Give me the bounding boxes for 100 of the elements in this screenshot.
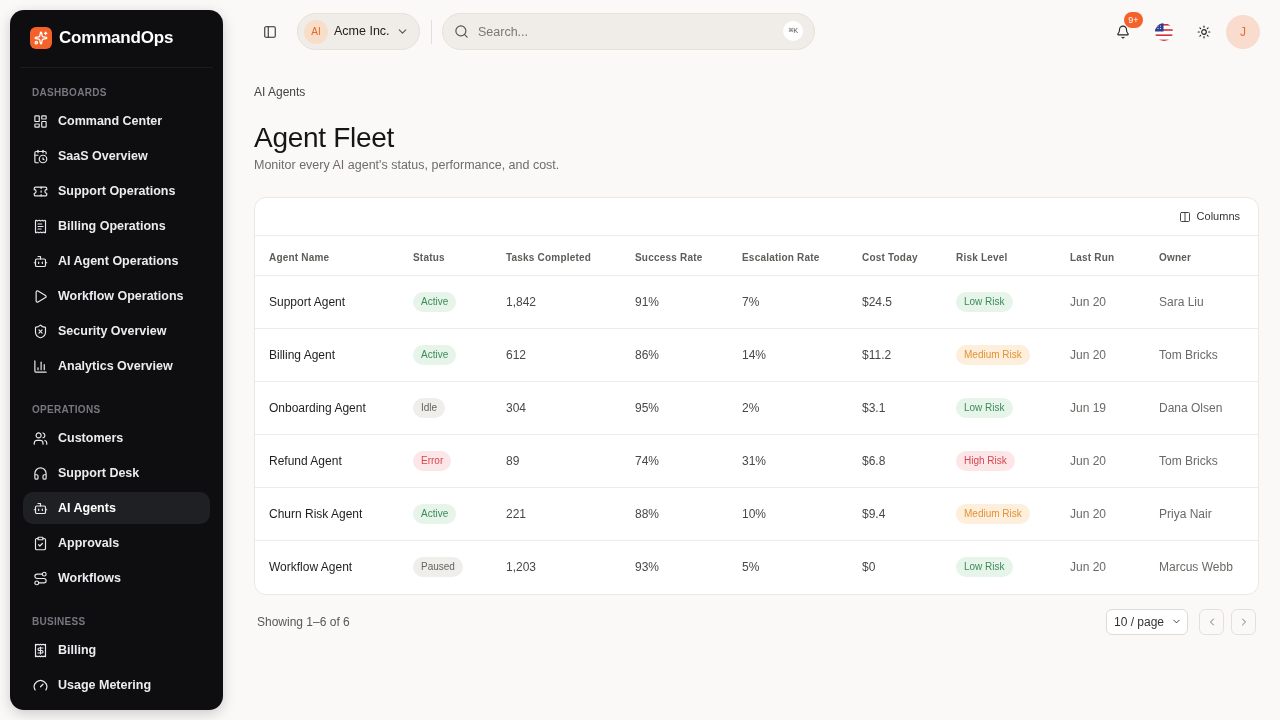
status-badge: Error [413,451,452,471]
sidebar-item[interactable]: Usage Metering [23,669,210,701]
status-badge: Active [413,504,457,524]
status-badge: Active [413,292,457,312]
table-cell: Refund Agent [269,454,342,468]
sidebar-item[interactable]: AI Agent Operations [23,245,210,277]
table-cell: $6.8 [862,454,886,468]
panel-left-icon [263,24,277,39]
page-size-select[interactable]: 10 / page [1106,608,1188,635]
dashboard-grid-icon [33,113,48,129]
sidebar-item[interactable]: SaaS Overview [23,140,210,172]
table-cell: Jun 20 [1070,560,1107,575]
sidebar-item[interactable]: Workflows [23,562,210,594]
table-cell: Support Agent [269,295,346,309]
org-switcher[interactable]: AI Acme Inc. [297,13,420,50]
column-header: Risk Level [956,251,1008,263]
table-cell: $24.5 [862,295,893,309]
table-cell: 91% [635,295,660,309]
receipt-icon [33,642,48,658]
table-cell: Jun 19 [1070,401,1107,415]
column-header: Escalation Rate [742,251,820,263]
table-cell: 10% [742,507,767,521]
column-header: Agent Name [269,251,330,263]
route-icon [33,570,48,586]
org-name: Acme Inc. [334,23,390,41]
table-cell: 74% [635,454,660,468]
table-cell: 88% [635,507,660,521]
sidebar-item[interactable]: Support Desk [23,457,210,489]
headphones-icon [33,465,48,481]
risk-badge: High Risk [956,451,1015,471]
notification-count: 9+ [1124,11,1143,28]
table-cell: Billing Agent [269,348,336,362]
sidebar-item[interactable]: AI Agents [23,492,210,524]
table-cell: Jun 20 [1070,295,1107,309]
ticket-icon [33,183,48,199]
table-cell: 31% [742,454,767,468]
column-header: Tasks Completed [506,251,592,263]
sidebar-item[interactable]: Support Operations [23,175,210,207]
table-cell: Onboarding Agent [269,401,366,415]
status-badge: Idle [413,398,446,418]
table-cell: Priya Nair [1159,507,1212,521]
table-cell: Sara Liu [1159,295,1204,309]
column-header: Cost Today [862,251,918,263]
sidebar-item[interactable]: Analytics Overview [23,350,210,382]
table-cell: 95% [635,401,660,415]
risk-badge: Medium Risk [956,504,1030,524]
table-cell: 5% [742,560,760,575]
sparkle-logo-icon [30,27,52,49]
risk-badge: Low Risk [956,557,1013,578]
table-cell: Jun 20 [1070,507,1107,521]
table-cell: $11.2 [862,348,892,362]
bell-icon [1116,24,1130,39]
table-cell: $9.4 [862,507,886,521]
columns-icon [1178,210,1191,223]
page-subtitle: Monitor every AI agent's status, performance, and cost. [254,157,561,173]
table-cell: $0 [862,560,876,575]
table-cell: Jun 20 [1070,348,1107,362]
table-cell: Dana Olsen [1159,401,1223,415]
status-badge: Active [413,345,457,365]
sidebar-item[interactable]: Customers [23,422,210,454]
receipt-icon [33,218,48,234]
flag-icon[interactable] [1155,22,1173,41]
sidebar-item[interactable]: Billing Operations [23,210,210,242]
status-badge: Paused [413,557,463,578]
sidebar-item[interactable]: Workflow Operations [23,280,210,312]
sidebar-item[interactable]: Approvals [23,527,210,559]
org-avatar: AI [304,19,328,44]
table-cell: 89 [506,454,520,468]
table-cell: Tom Bricks [1159,454,1218,468]
calendar-clock-icon [33,148,48,164]
sidebar-item[interactable]: Security Overview [23,315,210,347]
search-icon [454,24,469,39]
table-cell: 2% [742,401,760,415]
section-label: DASHBOARDS [31,87,108,99]
section-label: OPERATIONS [31,404,102,416]
brand-name: CommandOps [59,27,174,50]
columns-button[interactable]: Columns [1178,208,1240,225]
bar-chart-icon [33,358,48,374]
column-header: Status [413,251,445,263]
table-cell: 86% [635,348,660,362]
table-cell: Jun 20 [1070,454,1107,468]
column-header: Success Rate [635,251,703,263]
sun-icon [1197,24,1211,39]
robot-icon [33,500,48,516]
gauge-icon [33,677,48,693]
pagination-summary: Showing 1–6 of 6 [257,613,350,631]
users-icon [33,430,48,446]
breadcrumb: AI Agents [254,85,307,99]
column-header: Last Run [1070,251,1115,263]
table-cell: 1,203 [506,560,537,575]
shield-x-icon [33,323,48,339]
play-icon [33,288,48,304]
clipboard-check-icon [33,535,48,551]
table-cell: 93% [635,560,660,575]
sidebar-item[interactable]: Billing [23,634,210,666]
sidebar-item[interactable]: Command Center [23,105,210,137]
table-cell: 304 [506,401,527,415]
table-cell: Marcus Webb [1159,560,1233,575]
page-title: Agent Fleet [254,121,395,155]
risk-badge: Low Risk [956,292,1013,312]
